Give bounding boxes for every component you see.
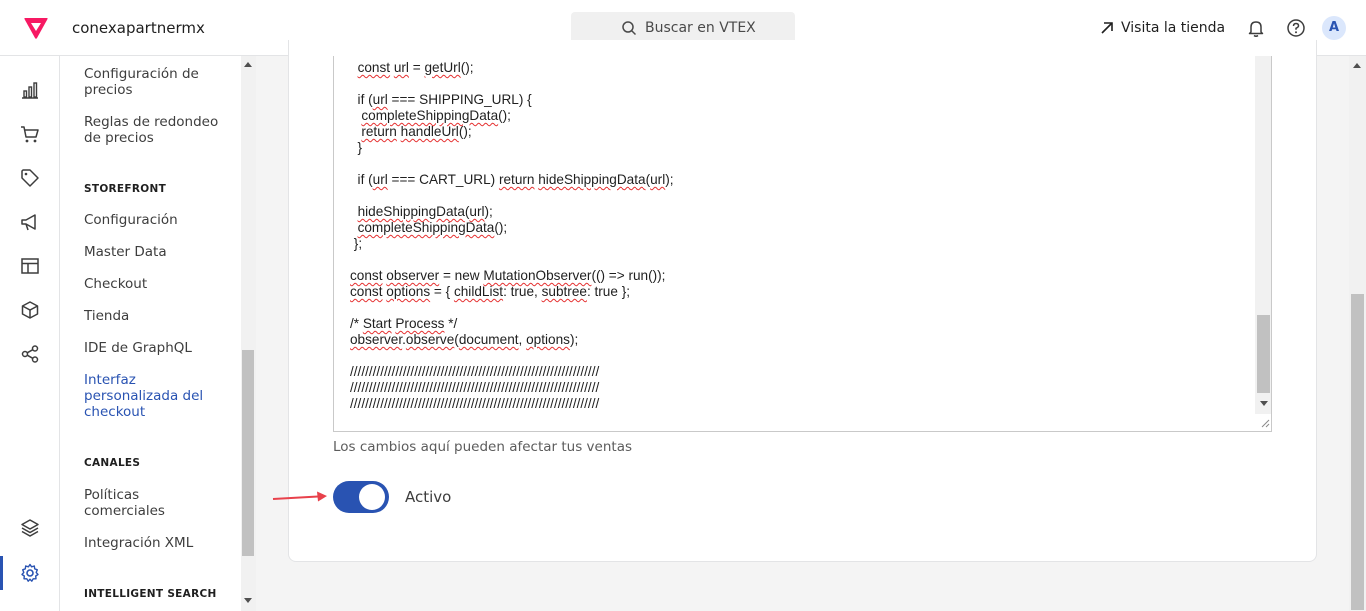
subnav-item-graphql-ide[interactable]: IDE de GraphQL: [84, 340, 224, 356]
scroll-down-arrow-icon[interactable]: [244, 598, 252, 603]
subnav-item-store[interactable]: Tienda: [84, 308, 224, 324]
code-line: hideShippingData(url);: [357, 204, 493, 219]
box-icon[interactable]: [20, 300, 40, 320]
code-line: /* Start Process */: [350, 316, 458, 331]
subnav-item-master-data[interactable]: Master Data: [84, 244, 224, 260]
search-icon: [622, 21, 637, 36]
code-line: if (url === CART_URL) return hideShippin…: [350, 172, 674, 187]
code-line: ////////////////////////////////////////…: [350, 396, 600, 411]
icon-rail: [0, 56, 60, 611]
page-scrollbar[interactable]: [1349, 56, 1366, 611]
code-line: const observer = new MutationObserver(()…: [350, 268, 666, 283]
code-line: if (url === SHIPPING_URL) {: [350, 92, 532, 107]
section-channels: CANALES: [84, 457, 141, 469]
code-line: };: [350, 236, 363, 251]
subnav-item-checkout[interactable]: Checkout: [84, 276, 224, 292]
subnav-item-rounding-rules[interactable]: Reglas de redondeo de precios: [84, 114, 224, 146]
rail-active-indicator: [0, 556, 3, 590]
code-line: ////////////////////////////////////////…: [350, 364, 600, 379]
code-line: completeShippingData();: [357, 220, 508, 235]
code-line: const options = { childList: true, subtr…: [350, 284, 631, 299]
search-label: Buscar en VTEX: [645, 20, 756, 36]
page-scroll-thumb[interactable]: [1351, 294, 1364, 610]
vtex-logo-icon[interactable]: [23, 15, 49, 41]
subnav-item-configuration[interactable]: Configuración: [84, 212, 224, 228]
layers-icon[interactable]: [20, 518, 40, 538]
code-line: return handleUrl();: [361, 124, 472, 139]
megaphone-icon[interactable]: [20, 212, 40, 232]
code-line: const url = getUrl();: [357, 60, 474, 75]
account-name[interactable]: conexapartnermx: [72, 19, 205, 37]
settings-subnav: Configuración de precios Reglas de redon…: [60, 56, 256, 611]
subnav-item-checkout-ui-custom[interactable]: Interfaz personalizada del checkout: [84, 372, 224, 420]
subnav-scroll-thumb[interactable]: [242, 350, 254, 556]
tag-icon[interactable]: [20, 168, 40, 188]
code-content[interactable]: const url = getUrl(); if (url === SHIPPI…: [350, 60, 674, 412]
red-arrow-annotation-icon: [272, 491, 327, 502]
toggle-label: Activo: [405, 488, 452, 506]
section-intelligent-search: INTELLIGENT SEARCH: [84, 588, 217, 600]
layout-icon[interactable]: [20, 256, 40, 276]
toggle-knob: [359, 484, 385, 510]
editor-scroll-thumb[interactable]: [1257, 315, 1270, 393]
gear-icon[interactable]: [20, 563, 40, 583]
code-line: ////////////////////////////////////////…: [350, 380, 600, 395]
visit-store-link[interactable]: Visita la tienda: [1100, 18, 1225, 38]
subnav-item-xml-integration[interactable]: Integración XML: [84, 535, 224, 551]
editor-scroll-down-icon[interactable]: [1260, 401, 1268, 406]
page-scroll-up-icon[interactable]: [1353, 63, 1361, 68]
resize-handle-icon[interactable]: [1260, 418, 1270, 428]
editor-scrollbar[interactable]: [1255, 56, 1271, 414]
editor-helper-text: Los cambios aquí pueden afectar tus vent…: [333, 439, 632, 455]
cart-icon[interactable]: [20, 124, 40, 144]
share-icon[interactable]: [20, 344, 40, 364]
chart-icon[interactable]: [20, 80, 40, 100]
active-toggle[interactable]: [333, 481, 389, 513]
arrow-up-right-icon: [1101, 22, 1113, 34]
subnav-item-trade-policies[interactable]: Políticas comerciales: [84, 487, 224, 519]
subnav-item-price-config[interactable]: Configuración de precios: [84, 66, 224, 98]
avatar[interactable]: A: [1322, 16, 1346, 40]
visit-store-label: Visita la tienda: [1121, 20, 1226, 36]
scroll-up-arrow-icon[interactable]: [244, 62, 252, 67]
bell-icon[interactable]: [1246, 18, 1266, 38]
code-line: observer.observe(document, options);: [350, 332, 579, 347]
code-editor[interactable]: const url = getUrl(); if (url === SHIPPI…: [333, 56, 1272, 432]
help-icon[interactable]: [1286, 18, 1306, 38]
subnav-scrollbar[interactable]: [241, 56, 256, 611]
code-line: }: [350, 140, 363, 155]
section-storefront: STOREFRONT: [84, 183, 167, 195]
code-line: completeShippingData();: [361, 108, 511, 123]
